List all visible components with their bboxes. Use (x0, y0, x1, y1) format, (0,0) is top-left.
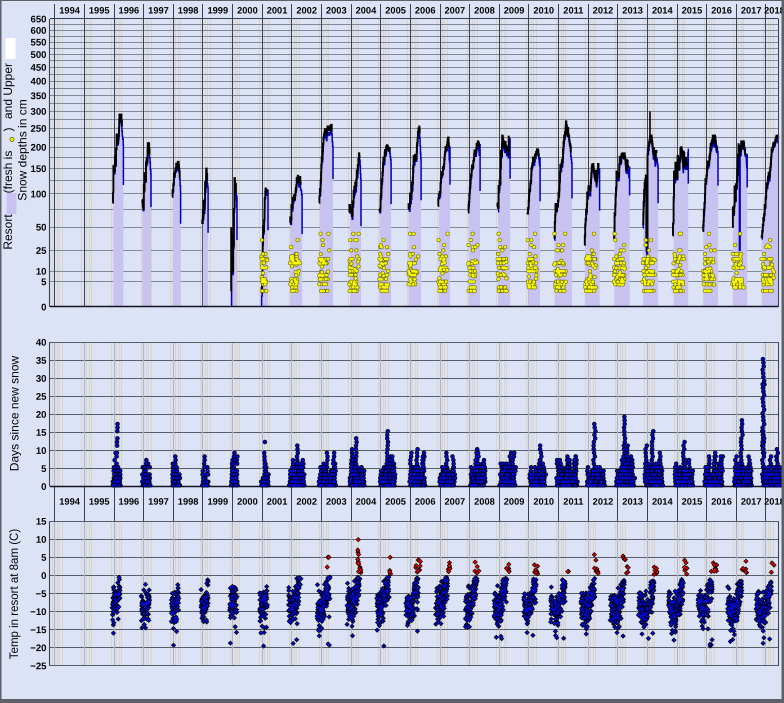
svg-text:1997: 1997 (148, 497, 169, 507)
svg-text:550: 550 (30, 38, 46, 49)
svg-text:2009: 2009 (504, 497, 525, 507)
svg-text:2016: 2016 (711, 497, 732, 507)
svg-text:500: 500 (30, 50, 46, 61)
svg-text:2012: 2012 (593, 5, 614, 15)
svg-text:2007: 2007 (445, 5, 466, 15)
svg-text:2007: 2007 (445, 497, 466, 507)
svg-text:−20: −20 (30, 643, 46, 654)
svg-text:1997: 1997 (148, 5, 169, 15)
svg-text:2015: 2015 (682, 497, 703, 507)
svg-text:2003: 2003 (326, 497, 347, 507)
svg-text:10: 10 (36, 446, 47, 457)
svg-text:150: 150 (30, 164, 46, 175)
svg-text:−10: −10 (30, 607, 46, 618)
svg-text:2003: 2003 (326, 5, 347, 15)
svg-text:2001: 2001 (267, 5, 288, 15)
svg-text:2008: 2008 (474, 5, 495, 15)
svg-text:2000: 2000 (237, 5, 258, 15)
svg-text:2015: 2015 (682, 5, 703, 15)
svg-text:2010: 2010 (533, 5, 554, 15)
svg-text:1998: 1998 (178, 497, 199, 507)
svg-text:0: 0 (41, 482, 46, 493)
svg-text:2017: 2017 (741, 5, 762, 15)
svg-text:1994: 1994 (59, 497, 81, 507)
svg-text:25: 25 (36, 246, 47, 257)
svg-text:0: 0 (41, 302, 46, 313)
svg-text:2009: 2009 (504, 5, 525, 15)
svg-text:20: 20 (36, 410, 47, 421)
svg-text:2002: 2002 (296, 5, 317, 15)
svg-text:650: 650 (30, 14, 46, 25)
svg-text:35: 35 (36, 356, 47, 367)
svg-text:25: 25 (36, 392, 47, 403)
svg-text:2014: 2014 (652, 497, 674, 507)
svg-text:1996: 1996 (119, 5, 140, 15)
svg-text:2014: 2014 (652, 5, 674, 15)
svg-text:1999: 1999 (207, 497, 228, 507)
svg-text:10: 10 (36, 267, 47, 278)
svg-text:(fresh is: (fresh is (1, 151, 15, 194)
svg-text:Resort: Resort (1, 214, 15, 250)
svg-text:30: 30 (36, 374, 47, 385)
svg-text:400: 400 (30, 76, 46, 87)
svg-text:1995: 1995 (89, 497, 110, 507)
svg-text:600: 600 (30, 26, 46, 37)
svg-text:2013: 2013 (622, 497, 643, 507)
svg-text:2013: 2013 (622, 5, 643, 15)
svg-text:40: 40 (36, 338, 47, 349)
svg-text:2006: 2006 (415, 497, 436, 507)
svg-text:100: 100 (30, 189, 46, 200)
svg-text:5: 5 (41, 553, 47, 564)
svg-text:2006: 2006 (415, 5, 436, 15)
svg-text:2016: 2016 (711, 5, 732, 15)
svg-text:−25: −25 (30, 661, 47, 672)
svg-text:1994: 1994 (59, 5, 81, 15)
svg-text:350: 350 (30, 91, 46, 102)
svg-text:and Upper: and Upper (1, 63, 15, 119)
svg-text:2005: 2005 (385, 497, 406, 507)
svg-text:2018: 2018 (764, 5, 784, 15)
svg-text:1995: 1995 (89, 5, 110, 15)
svg-text:1999: 1999 (207, 5, 228, 15)
svg-text:2004: 2004 (356, 497, 378, 507)
svg-text:2010: 2010 (533, 497, 554, 507)
svg-text:10: 10 (36, 535, 47, 546)
svg-text:50: 50 (36, 223, 47, 234)
svg-text:200: 200 (30, 143, 46, 154)
svg-text:1996: 1996 (119, 497, 140, 507)
svg-text:15: 15 (36, 517, 47, 528)
svg-text:2018: 2018 (764, 497, 784, 507)
svg-text:2011: 2011 (563, 497, 583, 507)
svg-text:): ) (1, 128, 15, 132)
svg-text:450: 450 (30, 63, 46, 74)
svg-text:Snow depths in cm: Snow depths in cm (16, 99, 30, 200)
svg-text:15: 15 (36, 428, 47, 439)
svg-text:−15: −15 (30, 625, 47, 636)
svg-text:2000: 2000 (237, 497, 258, 507)
svg-text:2004: 2004 (356, 5, 378, 15)
svg-text:−5: −5 (36, 589, 48, 600)
svg-text:5: 5 (41, 464, 47, 475)
svg-text:1998: 1998 (178, 5, 199, 15)
svg-text:250: 250 (30, 124, 46, 135)
svg-text:Temp in resort at 8am (C): Temp in resort at 8am (C) (9, 529, 21, 660)
svg-text:2011: 2011 (563, 5, 583, 15)
svg-text:2012: 2012 (593, 497, 614, 507)
svg-text:2005: 2005 (385, 5, 406, 15)
svg-text:2017: 2017 (741, 497, 762, 507)
svg-text:2001: 2001 (267, 497, 288, 507)
svg-text:0: 0 (41, 571, 46, 582)
svg-text:2002: 2002 (296, 497, 317, 507)
svg-text:2008: 2008 (474, 497, 495, 507)
svg-text:5: 5 (41, 277, 47, 288)
svg-text:300: 300 (30, 107, 46, 118)
svg-text:Days since new snow: Days since new snow (8, 355, 22, 471)
